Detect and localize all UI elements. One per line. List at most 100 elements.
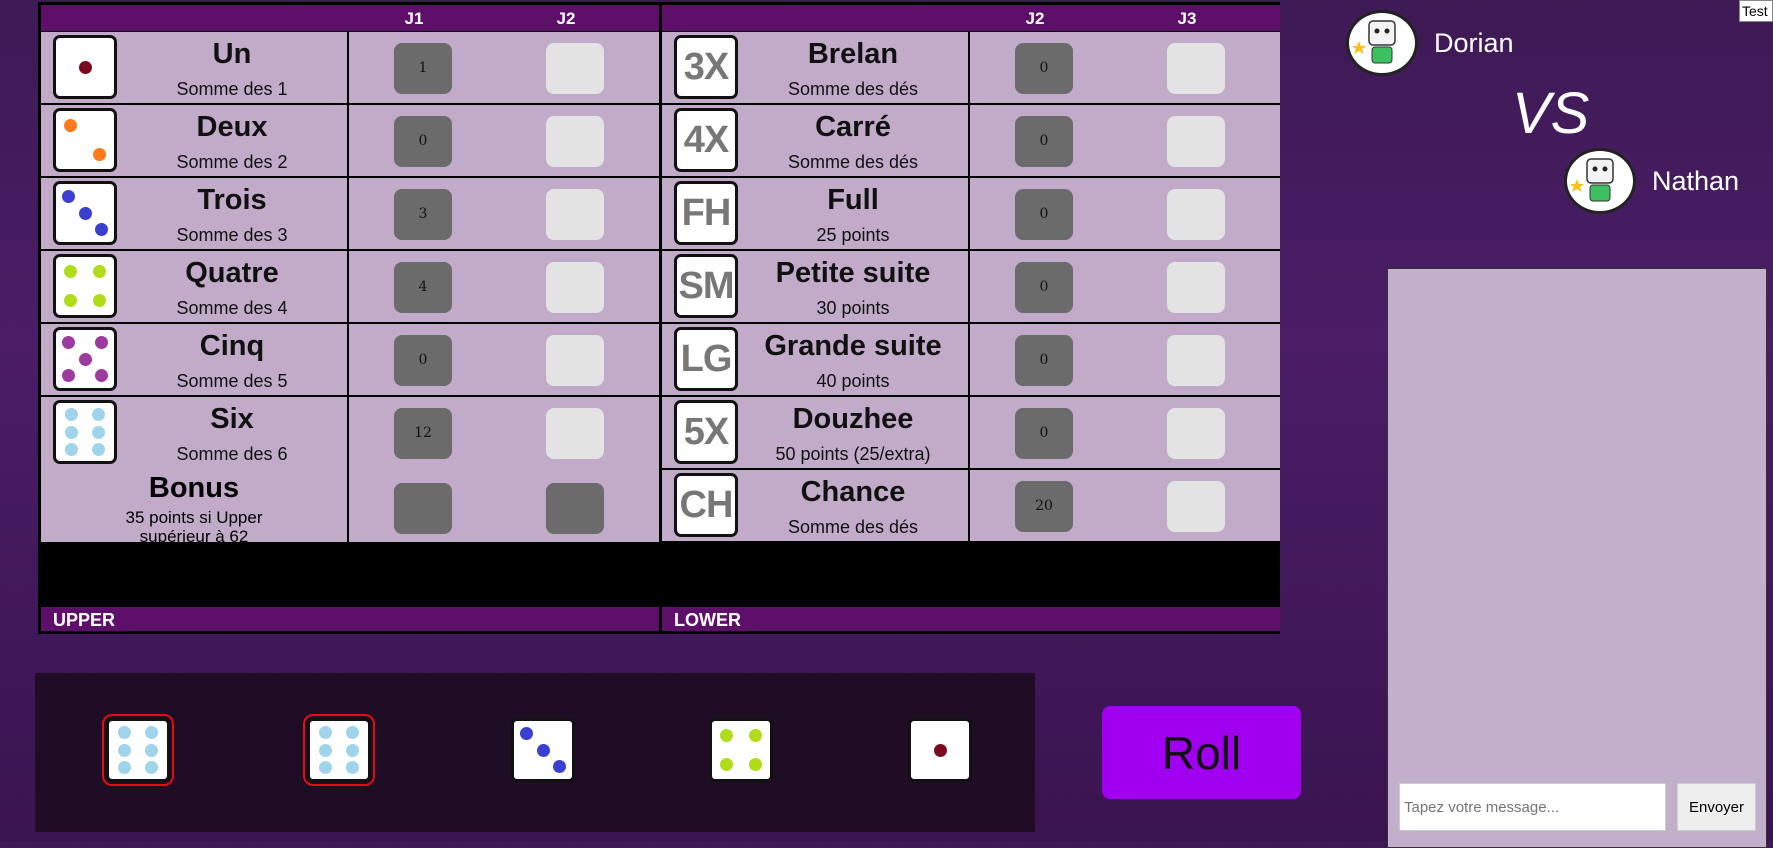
score-cell-j1[interactable]: 4	[394, 262, 452, 313]
pip	[64, 119, 77, 132]
score-cell-j3[interactable]	[1167, 408, 1225, 459]
score-cell-j1[interactable]: 0	[394, 335, 452, 386]
player-2-name: Nathan	[1652, 165, 1740, 196]
score-cell-j2[interactable]: 20	[1015, 481, 1073, 532]
score-cell-j1[interactable]: 1	[394, 43, 452, 94]
pip	[78, 352, 92, 366]
pip	[144, 726, 158, 740]
row-label: Trois Somme des 3	[41, 178, 349, 249]
pip	[78, 60, 92, 74]
score-cell-j3[interactable]	[1167, 481, 1225, 532]
die-face-3-icon	[53, 181, 117, 245]
tray-die-4-icon[interactable]	[709, 718, 773, 782]
row-label: CH Chance Somme des dés	[662, 470, 970, 541]
score-cell-j3[interactable]	[1167, 335, 1225, 386]
row-label: Six Somme des 6	[41, 397, 349, 468]
row-desc: Somme des dés	[787, 152, 919, 172]
score-cell-j1[interactable]: 12	[394, 408, 452, 459]
score-cell-j3[interactable]	[1167, 116, 1225, 167]
score-cell-j2[interactable]	[546, 408, 604, 459]
row-title: Chance	[800, 476, 906, 508]
pip	[91, 442, 105, 456]
roll-button[interactable]: Roll	[1102, 706, 1301, 799]
pip	[94, 368, 108, 382]
row-title: Un	[212, 38, 252, 70]
score-cell-j2[interactable]	[546, 43, 604, 94]
send-button[interactable]: Envoyer	[1677, 783, 1756, 831]
score-cell-j2[interactable]: 0	[1015, 43, 1073, 94]
pip	[552, 759, 566, 773]
pip	[933, 743, 947, 757]
tray-die-6-icon[interactable]	[303, 714, 375, 786]
pip	[91, 425, 105, 439]
row-desc: Somme des dés	[787, 517, 919, 537]
pip	[64, 294, 77, 307]
row-scores: 0	[970, 32, 1280, 103]
tray-die-3-icon[interactable]	[511, 718, 575, 782]
score-cell-j2[interactable]: 0	[1015, 262, 1073, 313]
row-title: Carré	[815, 111, 891, 143]
row-scores: 0	[970, 397, 1280, 468]
bonus-desc-line1: 35 points si Upper	[125, 508, 263, 527]
score-cell-j3[interactable]	[1167, 43, 1225, 94]
score-cell-j2[interactable]: 0	[1015, 189, 1073, 240]
player-1-name: Dorian	[1434, 27, 1514, 58]
row-label: Cinq Somme des 5	[41, 324, 349, 395]
lower-row-sm: SM Petite suite 30 points 0	[662, 251, 1280, 322]
upper-row-deux: Deux Somme des 2 0	[41, 105, 659, 176]
dice-tray	[35, 673, 1035, 832]
pip	[93, 148, 106, 161]
score-cell-j2[interactable]	[546, 189, 604, 240]
upper-row-six: Six Somme des 6 12	[41, 397, 659, 468]
bonus-desc-line2: supérieur à 62	[139, 527, 249, 546]
score-cell-j2[interactable]	[546, 262, 604, 313]
score-cell-j2[interactable]: 0	[1015, 408, 1073, 459]
row-label: FH Full 25 points	[662, 178, 970, 249]
row-title: Brelan	[807, 38, 899, 70]
chat-input[interactable]	[1399, 783, 1666, 831]
row-desc: 50 points (25/extra)	[775, 444, 931, 464]
dice-mascot-avatar-icon	[1346, 10, 1418, 76]
lower-col-j2: J2	[1025, 9, 1045, 28]
upper-section: J1 J2 Un Somme des 1 1 Deux Somme des 2 0 Troi…	[41, 5, 659, 631]
row-title: Cinq	[199, 330, 265, 362]
row-label: SM Petite suite 30 points	[662, 251, 970, 322]
pip	[144, 760, 158, 774]
pip	[93, 294, 106, 307]
upper-row-trois: Trois Somme des 3 3	[41, 178, 659, 249]
score-cell-j2[interactable]: 0	[1015, 116, 1073, 167]
row-title: Full	[827, 184, 879, 216]
lower-section: J2 J3 3X Brelan Somme des dés 0 4X Carré Somme…	[662, 5, 1280, 631]
score-cell-j2[interactable]: 0	[1015, 335, 1073, 386]
pip	[62, 368, 76, 382]
score-cell-j1[interactable]: 0	[394, 116, 452, 167]
chat-panel: Envoyer	[1387, 268, 1767, 848]
pip	[536, 743, 550, 757]
category-code-icon: FH	[674, 181, 738, 245]
tray-die-6-icon[interactable]	[102, 714, 174, 786]
score-cell-j2[interactable]	[546, 116, 604, 167]
row-label: Quatre Somme des 4	[41, 251, 349, 322]
test-button[interactable]: Test	[1739, 0, 1773, 22]
pip	[65, 408, 79, 422]
score-cell-j2[interactable]	[546, 335, 604, 386]
pip	[319, 726, 333, 740]
row-title: Trois	[197, 184, 267, 216]
row-label: Un Somme des 1	[41, 32, 349, 103]
score-cell-j1[interactable]: 3	[394, 189, 452, 240]
upper-row-quatre: Quatre Somme des 4 4	[41, 251, 659, 322]
row-desc: 30 points	[816, 298, 890, 318]
pip	[749, 758, 762, 771]
lower-footer: LOWER	[662, 607, 1280, 631]
row-desc: Somme des 5	[176, 371, 288, 391]
bonus-row: Bonus 35 points si Upper supérieur à 62	[41, 468, 659, 546]
upper-footer: UPPER	[41, 607, 659, 631]
die-face-4-icon	[53, 254, 117, 318]
score-cell-j3[interactable]	[1167, 262, 1225, 313]
pip	[78, 206, 92, 220]
pip	[144, 743, 158, 757]
pip	[62, 190, 76, 204]
row-desc: 40 points	[816, 371, 890, 391]
tray-die-1-icon[interactable]	[908, 718, 972, 782]
score-cell-j3[interactable]	[1167, 189, 1225, 240]
